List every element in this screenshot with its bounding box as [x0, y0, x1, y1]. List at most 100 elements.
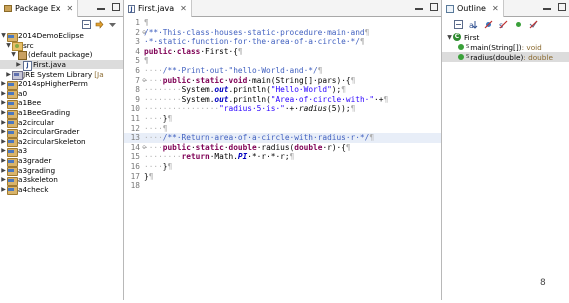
hide-static-icon[interactable]: s	[499, 20, 508, 30]
tab-package-explorer[interactable]: Package Ex ✕	[0, 0, 79, 17]
code-line[interactable]: 18	[124, 181, 441, 191]
chevron-down-icon[interactable]: ▼	[5, 42, 12, 49]
public-method-icon	[458, 44, 464, 50]
tree-item[interactable]: ▶ a3grader	[0, 156, 123, 167]
chevron-down-icon[interactable]: ▼	[0, 32, 7, 39]
minimize-icon[interactable]	[415, 8, 423, 10]
tree-item[interactable]: ▼ (default package)	[0, 50, 123, 60]
tree-item[interactable]: ▶ a2circularSkeleton	[0, 136, 123, 148]
chevron-right-icon[interactable]: ▶	[0, 138, 7, 145]
code-text: ····¶	[144, 123, 168, 133]
tree-item[interactable]: ▶ a4check	[0, 185, 123, 196]
tree-item[interactable]: ▶ JRE System Library [Ja	[0, 69, 123, 81]
close-icon[interactable]: ✕	[492, 4, 499, 13]
collapse-all-icon[interactable]	[454, 19, 463, 29]
chevron-right-icon[interactable]: ▶	[0, 128, 7, 135]
code-line[interactable]: 6 ····/**·Print·out·"hello·World·and·*/¶	[124, 66, 441, 76]
chevron-right-icon[interactable]: ▶	[15, 61, 22, 68]
collapse-all-icon[interactable]	[82, 19, 91, 29]
tree-item-label: a2circularSkeleton	[18, 136, 86, 146]
chevron-right-icon[interactable]: ▶	[0, 167, 7, 174]
maximize-icon[interactable]	[112, 3, 120, 11]
code-text: ····}¶	[144, 113, 173, 123]
sort-icon[interactable]: a	[469, 20, 478, 30]
hide-local-types-icon[interactable]	[529, 20, 538, 29]
close-icon[interactable]: ✕	[67, 4, 74, 13]
outline-method-row[interactable]: Smain(String[]) : void	[442, 42, 569, 52]
code-text: ········return·Math.PI·*·r·*·r;¶	[144, 152, 295, 162]
line-number-text: 2	[135, 27, 140, 37]
fold-toggle-icon[interactable]: ⊖	[142, 28, 146, 38]
outline-tabbar: Outline ✕	[442, 0, 569, 17]
minimize-icon[interactable]	[97, 8, 105, 10]
code-line[interactable]: 15 ········return·Math.PI·*·r·*·r;¶	[124, 152, 441, 162]
tree-item[interactable]: ▶ 2014spHigherPerm	[0, 79, 123, 90]
tree-item[interactable]: ▶ a2circularGrader	[0, 127, 123, 138]
code-line[interactable]: 13 ····/**·Return·area·of·a·circle·with·r…	[124, 133, 441, 143]
code-line[interactable]: 9 ········System.out.println("Area·of·cir…	[124, 95, 441, 105]
chevron-right-icon[interactable]: ▶	[5, 71, 12, 78]
code-line[interactable]: 17}¶	[124, 172, 441, 182]
minimize-icon[interactable]	[543, 8, 551, 10]
outline-method-row[interactable]: Sradius(double) : double	[442, 52, 569, 62]
chevron-right-icon[interactable]: ▶	[0, 99, 7, 106]
line-number: 12	[124, 124, 144, 134]
tree-item[interactable]: ▶ a1BeeGrading	[0, 108, 123, 119]
code-line[interactable]: 12 ····¶	[124, 124, 441, 134]
code-line[interactable]: 5 ¶	[124, 56, 441, 66]
code-line[interactable]: 14 ⊖ ····public·static·double·radius(doubl…	[124, 143, 441, 153]
code-line[interactable]: 2 ⊖/**·This·class·houses·static·procedure…	[124, 28, 441, 38]
tab-first-java[interactable]: J First.java ✕	[124, 0, 192, 17]
chevron-right-icon[interactable]: ▶	[0, 176, 7, 183]
hide-nonpublic-icon[interactable]	[514, 20, 523, 29]
tree-item[interactable]: ▼ 2014DemoEclipse	[0, 31, 123, 42]
code-line[interactable]: 4 public·class·First·{¶	[124, 47, 441, 57]
chevron-down-icon[interactable]: ▼	[446, 34, 453, 41]
line-number-text: 7	[135, 75, 140, 85]
tree-item[interactable]: ▶ a2circular	[0, 117, 123, 129]
line-number: 16	[124, 162, 144, 172]
close-icon[interactable]: ✕	[180, 4, 187, 13]
code-line[interactable]: 11 ····}¶	[124, 114, 441, 124]
method-name: radius(double)	[470, 52, 524, 62]
chevron-right-icon[interactable]: ▶	[0, 80, 7, 87]
tree-item[interactable]: ▶ First.java	[0, 59, 123, 71]
code-line[interactable]: 10 ················"radius·5·is·"·+·radiu…	[124, 104, 441, 114]
tree-item-label: JRE System Library	[23, 69, 93, 79]
package-explorer-toolbar	[0, 17, 123, 31]
link-with-editor-icon[interactable]	[95, 19, 104, 29]
tree-item[interactable]: ▼ src	[0, 41, 123, 52]
package-icon	[17, 51, 26, 59]
maximize-icon[interactable]	[430, 3, 438, 11]
code-line[interactable]: 16 ····}¶	[124, 162, 441, 172]
tree-item[interactable]: ▶ a3	[0, 146, 123, 157]
code-editor[interactable]: 1 ¶ 2 ⊖/**·This·class·houses·static·procedu…	[124, 18, 441, 191]
code-line[interactable]: 3 ·*·static·function·for·the·area·of·a·ci…	[124, 37, 441, 47]
chevron-down-icon[interactable]: ▼	[10, 51, 17, 58]
tree-item[interactable]: ▶ a0	[0, 89, 123, 100]
chevron-right-icon[interactable]: ▶	[0, 119, 7, 126]
chevron-right-icon[interactable]: ▶	[0, 109, 7, 116]
fold-toggle-icon[interactable]: ⊖	[142, 76, 146, 86]
fold-toggle-icon[interactable]: ⊖	[142, 143, 146, 153]
line-number: 6	[124, 66, 144, 76]
chevron-right-icon[interactable]: ▶	[0, 186, 7, 193]
view-menu-icon[interactable]	[108, 20, 117, 29]
chevron-right-icon[interactable]: ▶	[0, 90, 7, 97]
code-line[interactable]: 7 ⊖ ····public·static·void·main(String[]·p…	[124, 76, 441, 86]
code-text: ················"radius·5·is·"·+·radius(…	[144, 104, 356, 114]
maximize-icon[interactable]	[558, 3, 566, 11]
tree-item-label: a3grader	[18, 156, 52, 166]
chevron-right-icon[interactable]: ▶	[0, 157, 7, 164]
chevron-right-icon[interactable]: ▶	[0, 147, 7, 154]
tree-item[interactable]: ▶ a1Bee	[0, 98, 123, 109]
tab-outline[interactable]: Outline ✕	[442, 0, 504, 17]
code-line[interactable]: 8 ········System.out.println("Hello·World…	[124, 85, 441, 95]
outline-class-row[interactable]: ▼ C First	[442, 32, 569, 42]
tree-item[interactable]: ▶ a3skeleton	[0, 175, 123, 186]
hide-fields-icon[interactable]	[484, 20, 493, 29]
code-line[interactable]: 1 ¶	[124, 18, 441, 28]
tree-item[interactable]: ▶ a3grading	[0, 165, 123, 177]
line-number-text: 6	[135, 65, 140, 75]
tab-label: Package Ex	[15, 4, 61, 13]
